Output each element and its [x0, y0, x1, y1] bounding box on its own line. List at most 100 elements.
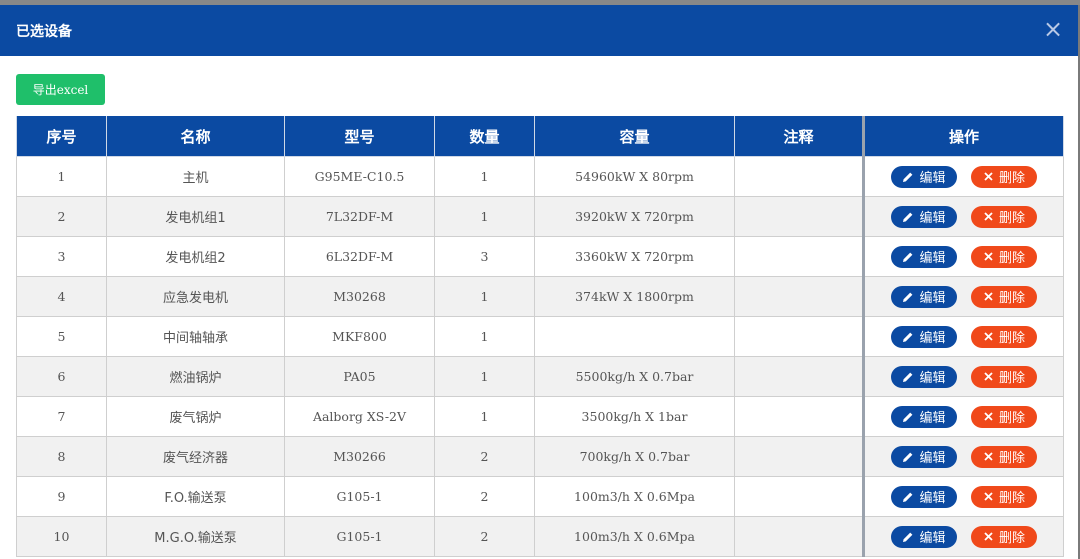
cell-quantity: 3	[434, 236, 535, 277]
delete-label: 删除	[998, 491, 1025, 506]
edit-button[interactable]: 编辑	[891, 325, 957, 348]
dialog-titlebar: 已选设备 ×	[0, 5, 1078, 56]
edit-label: 编辑	[919, 371, 946, 386]
pencil-icon	[903, 332, 913, 342]
cell-name: 发电机组2	[106, 236, 285, 277]
edit-button[interactable]: 编辑	[891, 165, 957, 188]
cell-note	[734, 356, 864, 397]
cell-note	[734, 476, 864, 517]
table-header-row: 序号 名称 型号 数量 容量 注释 操作	[16, 116, 1064, 157]
delete-button[interactable]: 删除	[971, 365, 1037, 388]
delete-button[interactable]: 删除	[971, 525, 1037, 548]
cell-actions: 编辑 删除	[862, 196, 1064, 237]
edit-label: 编辑	[919, 451, 946, 466]
cell-actions: 编辑 删除	[862, 396, 1064, 437]
edit-button[interactable]: 编辑	[891, 245, 957, 268]
delete-label: 删除	[998, 331, 1025, 346]
cell-actions: 编辑 删除	[862, 356, 1064, 397]
close-x-icon	[984, 292, 993, 301]
close-x-icon	[984, 172, 993, 181]
pencil-icon	[903, 172, 913, 182]
edit-label: 编辑	[919, 331, 946, 346]
table-row: 8 废气经济器 M30266 2 700kg/h X 0.7bar 编辑 删除	[16, 436, 1064, 477]
pencil-icon	[903, 252, 913, 262]
close-x-icon	[984, 412, 993, 421]
delete-button[interactable]: 删除	[971, 285, 1037, 308]
cell-actions: 编辑 删除	[862, 276, 1064, 317]
cell-quantity: 1	[434, 196, 535, 237]
delete-button[interactable]: 删除	[971, 445, 1037, 468]
close-x-icon	[984, 452, 993, 461]
cell-actions: 编辑 删除	[862, 156, 1064, 197]
pencil-icon	[903, 452, 913, 462]
cell-capacity: 700kg/h X 0.7bar	[534, 436, 735, 477]
cell-quantity: 2	[434, 476, 535, 517]
cell-quantity: 1	[434, 396, 535, 437]
delete-label: 删除	[998, 531, 1025, 546]
cell-index: 5	[16, 316, 107, 357]
pencil-icon	[903, 372, 913, 382]
edit-button[interactable]: 编辑	[891, 405, 957, 428]
delete-button[interactable]: 删除	[971, 325, 1037, 348]
edit-button[interactable]: 编辑	[891, 205, 957, 228]
export-excel-button[interactable]: 导出excel	[16, 74, 105, 105]
header-index: 序号	[16, 116, 107, 157]
edit-button[interactable]: 编辑	[891, 525, 957, 548]
dialog-title: 已选设备	[16, 24, 72, 40]
cell-name: 中间轴轴承	[106, 316, 285, 357]
delete-button[interactable]: 删除	[971, 165, 1037, 188]
cell-capacity: 100m3/h X 0.6Mpa	[534, 476, 735, 517]
cell-quantity: 2	[434, 436, 535, 477]
delete-label: 删除	[998, 211, 1025, 226]
cell-capacity: 54960kW X 80rpm	[534, 156, 735, 197]
edit-button[interactable]: 编辑	[891, 285, 957, 308]
cell-index: 10	[16, 516, 107, 557]
header-model: 型号	[284, 116, 435, 157]
cell-index: 9	[16, 476, 107, 517]
cell-name: 应急发电机	[106, 276, 285, 317]
table-row: 9 F.O.输送泵 G105-1 2 100m3/h X 0.6Mpa 编辑 删…	[16, 476, 1064, 517]
edit-label: 编辑	[919, 291, 946, 306]
cell-note	[734, 516, 864, 557]
delete-label: 删除	[998, 171, 1025, 186]
cell-note	[734, 276, 864, 317]
edit-label: 编辑	[919, 171, 946, 186]
cell-model: 6L32DF-M	[284, 236, 435, 277]
cell-model: G105-1	[284, 476, 435, 517]
edit-label: 编辑	[919, 531, 946, 546]
delete-label: 删除	[998, 251, 1025, 266]
delete-button[interactable]: 删除	[971, 485, 1037, 508]
cell-note	[734, 156, 864, 197]
cell-index: 2	[16, 196, 107, 237]
header-capacity: 容量	[534, 116, 735, 157]
cell-name: M.G.O.输送泵	[106, 516, 285, 557]
header-note: 注释	[734, 116, 864, 157]
cell-model: G105-1	[284, 516, 435, 557]
edit-button[interactable]: 编辑	[891, 445, 957, 468]
table-row: 5 中间轴轴承 MKF800 1 编辑 删除	[16, 316, 1064, 357]
delete-button[interactable]: 删除	[971, 205, 1037, 228]
edit-label: 编辑	[919, 411, 946, 426]
delete-label: 删除	[998, 291, 1025, 306]
cell-capacity: 3360kW X 720rpm	[534, 236, 735, 277]
edit-button[interactable]: 编辑	[891, 485, 957, 508]
edit-button[interactable]: 编辑	[891, 365, 957, 388]
delete-label: 删除	[998, 451, 1025, 466]
cell-capacity: 374kW X 1800rpm	[534, 276, 735, 317]
cell-quantity: 2	[434, 516, 535, 557]
pencil-icon	[903, 532, 913, 542]
cell-index: 7	[16, 396, 107, 437]
close-x-icon	[984, 252, 993, 261]
cell-note	[734, 236, 864, 277]
delete-button[interactable]: 删除	[971, 405, 1037, 428]
cell-actions: 编辑 删除	[862, 436, 1064, 477]
delete-button[interactable]: 删除	[971, 245, 1037, 268]
cell-note	[734, 196, 864, 237]
cell-model: 7L32DF-M	[284, 196, 435, 237]
cell-note	[734, 396, 864, 437]
cell-index: 6	[16, 356, 107, 397]
table-row: 3 发电机组2 6L32DF-M 3 3360kW X 720rpm 编辑 删除	[16, 236, 1064, 277]
cell-quantity: 1	[434, 276, 535, 317]
close-icon[interactable]: ×	[1042, 17, 1064, 41]
close-x-icon	[984, 532, 993, 541]
